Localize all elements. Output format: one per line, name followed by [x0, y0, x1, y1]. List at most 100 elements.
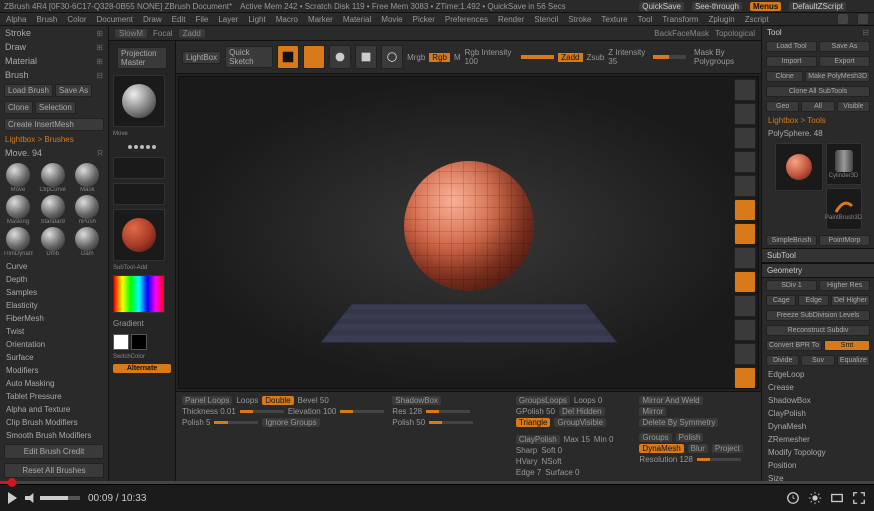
brush-slot[interactable]: Move: [3, 163, 33, 193]
menu-item[interactable]: Tool: [638, 15, 653, 24]
selection-button[interactable]: Selection: [35, 101, 76, 114]
brush-thumb[interactable]: [113, 75, 165, 127]
load-tool-button[interactable]: Load Tool: [766, 41, 817, 52]
material-thumb[interactable]: [113, 209, 165, 261]
actual-button[interactable]: [734, 151, 756, 173]
accordion-draw[interactable]: Draw⊞: [0, 40, 108, 54]
elevation-slider[interactable]: [340, 410, 384, 413]
alternate-button[interactable]: Alternate: [113, 364, 171, 373]
section-item[interactable]: Size: [762, 472, 874, 481]
menu-item[interactable]: Light: [248, 15, 265, 24]
polyf-button[interactable]: [734, 367, 756, 389]
topological[interactable]: Topological: [715, 29, 755, 38]
section-item[interactable]: ZRemesher: [762, 433, 874, 446]
accordion-brush[interactable]: Brush⊟: [0, 68, 108, 82]
menu-item[interactable]: Macro: [276, 15, 298, 24]
section-item[interactable]: Auto Masking: [0, 377, 108, 390]
stroke-thumb[interactable]: [113, 157, 165, 179]
black-swatch[interactable]: [131, 334, 147, 350]
menu-item[interactable]: File: [195, 15, 208, 24]
section-item[interactable]: Twist: [0, 325, 108, 338]
move-nav-button[interactable]: [734, 295, 756, 317]
brush-slot[interactable]: Masking: [3, 195, 33, 225]
section-item[interactable]: DynaMesh: [762, 420, 874, 433]
z-intensity-slider[interactable]: [653, 55, 686, 59]
menu-item[interactable]: Color: [67, 15, 86, 24]
gradient-toggle[interactable]: Gradient: [113, 319, 144, 328]
backface-mask[interactable]: BackFaceMask: [654, 29, 709, 38]
brush-slot[interactable]: Mask: [72, 163, 102, 193]
menu-item[interactable]: Stencil: [534, 15, 558, 24]
brush-slot[interactable]: TrimDynamic: [3, 227, 33, 257]
scale-nav-button[interactable]: [734, 319, 756, 341]
section-item[interactable]: EdgeLoop: [762, 368, 874, 381]
zoom-button[interactable]: [734, 127, 756, 149]
tool-slot-active[interactable]: [775, 143, 823, 191]
dynamesh-res-slider[interactable]: [697, 458, 741, 461]
lightbox-button[interactable]: LightBox: [182, 51, 221, 64]
section-item[interactable]: Alpha and Texture: [0, 403, 108, 416]
brush-slot[interactable]: Dam: [72, 227, 102, 257]
make-polymesh-button[interactable]: Make PolyMesh3D: [805, 71, 870, 82]
menu-item[interactable]: Draw: [143, 15, 162, 24]
see-through-button[interactable]: See-through: [692, 2, 742, 11]
home-icon[interactable]: [838, 14, 848, 24]
video-progress[interactable]: [0, 481, 874, 484]
aahalf-button[interactable]: [734, 175, 756, 197]
section-item[interactable]: Modify Topology: [762, 446, 874, 459]
lightbox-brushes-link[interactable]: Lightbox > Brushes: [0, 133, 108, 146]
slowm-pill[interactable]: SlowM: [115, 29, 147, 38]
section-item[interactable]: Smooth Brush Modifiers: [0, 429, 108, 442]
section-item[interactable]: FiberMesh: [0, 312, 108, 325]
section-item[interactable]: Modifiers: [0, 364, 108, 377]
section-item[interactable]: Orientation: [0, 338, 108, 351]
menu-item[interactable]: Marker: [308, 15, 333, 24]
link-icon[interactable]: [858, 14, 868, 24]
section-item[interactable]: ShadowBox: [762, 394, 874, 407]
frame-button[interactable]: [734, 271, 756, 293]
edit-mode-icon[interactable]: [277, 45, 299, 69]
rotate-mode-icon[interactable]: [381, 45, 403, 69]
thickness-slider[interactable]: [240, 410, 284, 413]
menu-item[interactable]: Material: [343, 15, 371, 24]
clone-brush-button[interactable]: Clone: [4, 101, 33, 114]
menu-item[interactable]: Stroke: [568, 15, 591, 24]
brush-slot[interactable]: Standard: [38, 195, 68, 225]
brush-slot[interactable]: ClipCurve: [38, 163, 68, 193]
create-insertmesh-button[interactable]: Create InsertMesh: [4, 118, 104, 131]
settings-icon[interactable]: [808, 491, 822, 505]
brush-slot[interactable]: Dmb: [38, 227, 68, 257]
fullscreen-icon[interactable]: [852, 491, 866, 505]
menu-item[interactable]: Preferences: [445, 15, 488, 24]
menu-item[interactable]: Brush: [36, 15, 57, 24]
floor-button[interactable]: [734, 223, 756, 245]
clone-tool-button[interactable]: Clone: [766, 71, 803, 82]
edit-brush-button[interactable]: Edit Brush Credit: [4, 444, 104, 459]
menu-item[interactable]: Picker: [413, 15, 435, 24]
save-tool-button[interactable]: Save As: [819, 41, 870, 52]
polish-slider[interactable]: [214, 421, 258, 424]
menu-item[interactable]: Texture: [601, 15, 627, 24]
section-item[interactable]: Tablet Pressure: [0, 390, 108, 403]
save-brush-button[interactable]: Save As: [55, 84, 92, 97]
projection-master-button[interactable]: Projection Master: [117, 47, 167, 69]
play-icon[interactable]: [8, 492, 17, 504]
scale-mode-icon[interactable]: [355, 45, 377, 69]
bpr-button[interactable]: [734, 79, 756, 101]
menu-item[interactable]: Document: [97, 15, 133, 24]
section-item[interactable]: Crease: [762, 381, 874, 394]
tool-header[interactable]: Tool: [767, 28, 782, 37]
accordion-material[interactable]: Material⊞: [0, 54, 108, 68]
draw-mode-icon[interactable]: [303, 45, 325, 69]
menu-item[interactable]: Edit: [172, 15, 186, 24]
export-button[interactable]: Export: [819, 56, 870, 67]
scroll-button[interactable]: [734, 103, 756, 125]
import-button[interactable]: Import: [766, 56, 817, 67]
quicksketch-button[interactable]: Quick Sketch: [225, 46, 272, 68]
subtool-section[interactable]: SubTool: [762, 248, 874, 263]
rgb-intensity-slider[interactable]: [521, 55, 554, 59]
watch-later-icon[interactable]: [786, 491, 800, 505]
section-item[interactable]: Depth: [0, 273, 108, 286]
menu-item[interactable]: Zplugin: [708, 15, 734, 24]
white-swatch[interactable]: [113, 334, 129, 350]
